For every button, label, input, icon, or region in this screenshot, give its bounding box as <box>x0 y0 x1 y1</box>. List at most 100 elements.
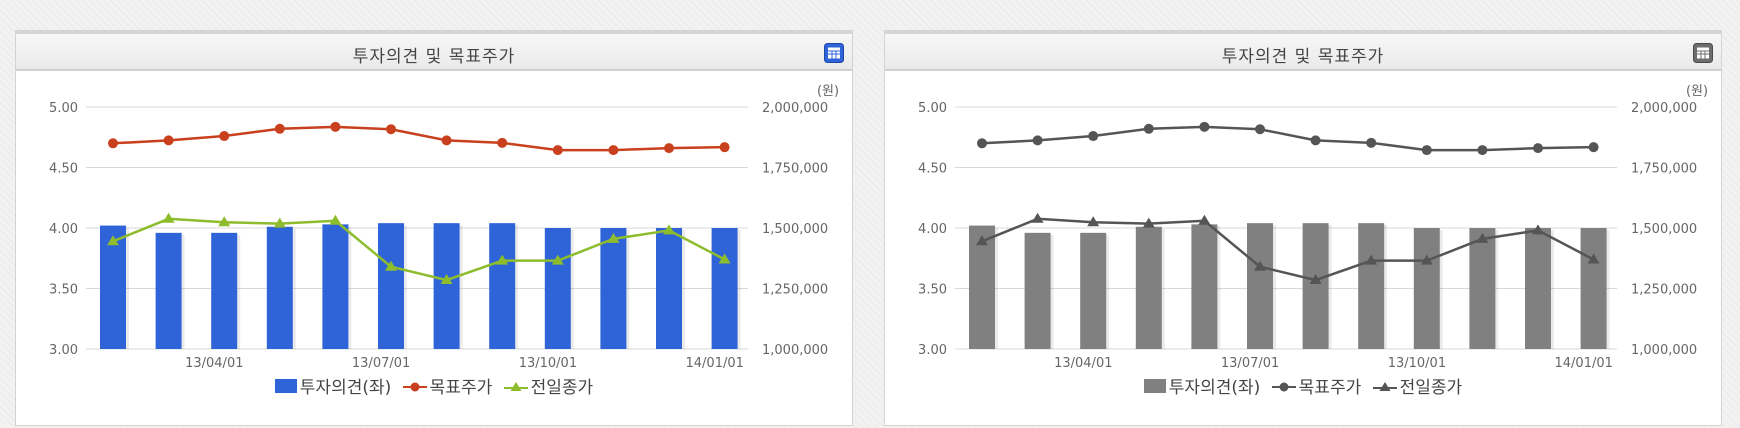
bar <box>1469 228 1496 349</box>
bar-shadow <box>1551 230 1554 349</box>
target-price-point <box>219 131 230 142</box>
bar-shadow <box>1606 230 1610 349</box>
bar-shadow <box>292 228 296 349</box>
bar-shadow <box>1050 234 1054 349</box>
bar-shadow <box>570 230 574 349</box>
target-price-point <box>497 137 508 148</box>
target-price-point <box>977 138 987 149</box>
legend-bar-swatch <box>274 378 297 393</box>
target-price-line <box>981 125 1594 152</box>
legend-label: 전일종가 <box>1399 378 1463 398</box>
table-icon[interactable] <box>824 43 844 63</box>
target-price-point <box>108 138 118 149</box>
table-icon-graphic <box>824 43 844 63</box>
bar-shadow <box>404 225 407 349</box>
table-icon[interactable] <box>1693 43 1713 63</box>
bar <box>1191 224 1218 349</box>
target-price-point <box>1366 137 1377 148</box>
y-tick-left: 3.00 <box>49 343 78 358</box>
bar <box>1302 223 1329 349</box>
target-price-series <box>108 121 730 156</box>
target-price-point <box>330 121 341 132</box>
legend-circle-marker <box>1271 382 1296 391</box>
bar-shadow <box>459 225 463 349</box>
bar-shadow <box>1161 228 1165 349</box>
bar <box>1247 223 1273 349</box>
bar-shadow <box>1495 230 1499 349</box>
target-price-point <box>1588 142 1599 153</box>
bar <box>1024 232 1051 349</box>
bar <box>544 228 571 349</box>
combo-chart: 5.00 2,000,000 4.50 1,750,000 4.00 1,500,000 3… <box>49 84 839 371</box>
y-tick-right: 1,500,000 <box>1631 222 1697 237</box>
target-price-point <box>386 124 396 135</box>
bar-shadow <box>181 234 185 349</box>
target-price-line <box>112 125 725 152</box>
y-tick-left: 4.50 <box>918 162 947 177</box>
y-tick-right: 1,000,000 <box>1631 343 1697 358</box>
legend-bar-swatch <box>1143 378 1166 393</box>
target-price-point <box>1143 123 1154 134</box>
panel-header: 투자의견 및 목표주가 <box>16 31 852 71</box>
bar-shadow <box>237 234 241 349</box>
chart-title: 투자의견 및 목표주가 <box>352 47 516 67</box>
bar-series <box>969 223 1610 349</box>
y-tick-right: 1,750,000 <box>762 162 828 177</box>
prev-close-series <box>976 212 1600 285</box>
target-price-point <box>1255 124 1265 135</box>
bar <box>1358 223 1385 349</box>
unit-label: (원) <box>817 84 839 99</box>
bar <box>433 223 460 349</box>
bar-shadow <box>1439 230 1443 349</box>
legend-triangle-marker <box>503 381 528 391</box>
target-price-point <box>552 145 563 156</box>
x-tick-label: 13/10/01 <box>519 356 577 371</box>
y-tick-left: 4.00 <box>49 222 78 237</box>
target-price-point <box>1032 135 1043 146</box>
y-tick-right: 1,000,000 <box>762 343 828 358</box>
legend: 투자의견(좌) 목표주가 전일종가 <box>885 373 1721 398</box>
x-tick-label: 13/04/01 <box>185 356 243 371</box>
bar <box>211 232 238 349</box>
bar-shadow <box>1273 225 1276 349</box>
legend-circle-marker <box>402 382 427 391</box>
target-price-point <box>1088 131 1099 142</box>
bar-series <box>100 223 741 349</box>
target-price-point <box>719 142 730 153</box>
target-price-point <box>441 135 452 146</box>
bar <box>266 226 293 349</box>
y-tick-left: 4.50 <box>49 162 78 177</box>
bar-shadow <box>1384 225 1388 349</box>
x-tick-label: 14/01/01 <box>1555 356 1613 371</box>
legend-item-opinion: 투자의견(좌) <box>1143 373 1261 398</box>
bar <box>322 224 349 349</box>
legend-label: 목표주가 <box>429 378 493 398</box>
x-tick-label: 14/01/01 <box>686 356 744 371</box>
y-tick-left: 5.00 <box>918 101 947 116</box>
table-icon-graphic <box>1693 43 1713 63</box>
y-tick-left: 3.50 <box>49 283 78 298</box>
bar-shadow <box>515 225 519 349</box>
target-price-point <box>274 123 285 134</box>
legend-item-target: 목표주가 <box>402 373 493 398</box>
legend-label: 투자의견(좌) <box>1168 378 1261 398</box>
legend-label: 목표주가 <box>1298 378 1362 398</box>
chart-panel-gray: 투자의견 및 목표주가 5.00 2,000,000 4.50 1,750,000 4.… <box>884 30 1722 426</box>
y-tick-right: 1,500,000 <box>762 222 828 237</box>
bar-shadow <box>126 227 129 349</box>
y-tick-right: 1,750,000 <box>1631 162 1697 177</box>
bar-shadow <box>1106 234 1110 349</box>
y-tick-right: 2,000,000 <box>762 101 828 116</box>
x-tick-label: 13/04/01 <box>1054 356 1112 371</box>
prev-close-point <box>162 212 175 223</box>
gridlines <box>955 106 1617 350</box>
bar-shadow <box>1328 225 1332 349</box>
target-price-point <box>1199 121 1210 132</box>
legend: 투자의견(좌) 목표주가 전일종가 <box>16 373 852 398</box>
y-tick-left: 4.00 <box>918 222 947 237</box>
legend-triangle-marker <box>1372 381 1397 391</box>
legend-item-close: 전일종가 <box>1372 373 1463 398</box>
bar <box>600 228 627 349</box>
bar-shadow <box>737 230 741 349</box>
x-tick-label: 13/10/01 <box>1388 356 1446 371</box>
